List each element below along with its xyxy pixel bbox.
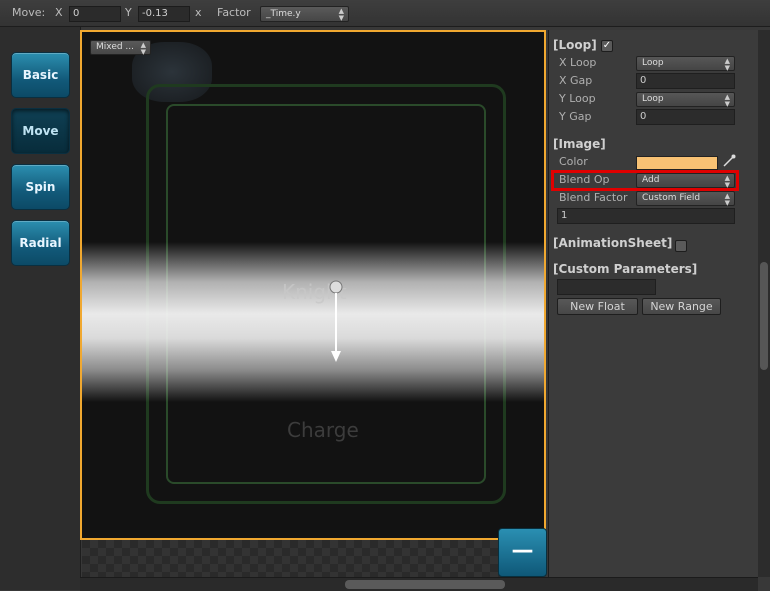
factor-dropdown-value: _Time.y: [266, 9, 301, 19]
mixed-dropdown-value: Mixed ...: [96, 42, 135, 52]
y-loop-value: Loop: [642, 94, 664, 104]
x-gap-label: X Gap: [559, 74, 593, 87]
minimize-button[interactable]: —: [498, 528, 547, 577]
preview-canvas[interactable]: Knight Charge Mixed ... ▲ ▼: [80, 30, 546, 540]
inspector-panel: [Loop] ✓ X Loop Loop ▲ ▼ X Gap 0 Y Loop L…: [548, 30, 759, 577]
move-label: Move:: [12, 6, 46, 19]
factor-dropdown[interactable]: _Time.y ▲ ▼: [260, 6, 349, 22]
y-label: Y: [125, 6, 132, 19]
color-swatch[interactable]: [636, 156, 718, 170]
eyedropper-icon[interactable]: [722, 154, 736, 168]
y-loop-dropdown[interactable]: Loop ▲ ▼: [636, 92, 735, 108]
animationsheet-checkbox[interactable]: [675, 240, 687, 252]
mixed-dropdown[interactable]: Mixed ... ▲ ▼: [90, 40, 152, 56]
blend-factor-field[interactable]: 1: [557, 208, 735, 224]
dropdown-arrows-icon: ▲ ▼: [724, 57, 730, 72]
vertical-scroll-thumb[interactable]: [760, 262, 768, 370]
horizontal-scroll-thumb[interactable]: [345, 580, 505, 589]
basic-tool-button[interactable]: Basic: [11, 52, 70, 98]
dropdown-arrows-icon: ▲ ▼: [724, 192, 730, 207]
loop-section-header: [Loop]: [553, 38, 597, 52]
move-y-field[interactable]: -0.13: [138, 6, 190, 22]
card-label-text: Charge: [287, 418, 359, 442]
move-direction-arrow-icon[interactable]: [322, 277, 352, 367]
blend-factor-value: Custom Field: [642, 193, 701, 203]
animationsheet-section-header: [AnimationSheet]: [553, 236, 673, 250]
horizontal-scrollbar[interactable]: [80, 577, 758, 591]
custom-parameters-header: [Custom Parameters]: [553, 262, 698, 276]
x-suffix-label: x: [195, 6, 202, 19]
move-x-field[interactable]: 0: [69, 6, 121, 22]
dropdown-arrows-icon: ▲ ▼: [724, 93, 730, 108]
move-tool-button[interactable]: Move: [11, 108, 70, 154]
custom-parameter-field[interactable]: [557, 279, 656, 295]
dropdown-arrows-icon: ▲ ▼: [338, 7, 344, 22]
y-gap-field[interactable]: 0: [636, 109, 735, 125]
factor-label: Factor: [217, 6, 251, 19]
x-loop-dropdown[interactable]: Loop ▲ ▼: [636, 56, 735, 72]
image-section-header: [Image]: [553, 137, 606, 151]
y-gap-label: Y Gap: [559, 110, 592, 123]
blend-factor-label: Blend Factor: [559, 191, 628, 204]
x-gap-field[interactable]: 0: [636, 73, 735, 89]
radial-tool-button[interactable]: Radial: [11, 220, 70, 266]
blend-factor-dropdown[interactable]: Custom Field ▲ ▼: [636, 191, 735, 207]
tool-panel: Basic Move Spin Radial: [0, 27, 81, 590]
glow-band: [82, 242, 544, 402]
new-range-button[interactable]: New Range: [642, 298, 721, 315]
x-loop-label: X Loop: [559, 56, 597, 69]
x-label: X: [55, 6, 63, 19]
dropdown-arrows-icon: ▲ ▼: [140, 41, 147, 56]
loop-checkbox[interactable]: ✓: [601, 40, 613, 52]
color-label: Color: [559, 155, 588, 168]
new-float-button[interactable]: New Float: [557, 298, 638, 315]
canvas-transparent-area: [82, 540, 546, 578]
spin-tool-button[interactable]: Spin: [11, 164, 70, 210]
x-loop-value: Loop: [642, 58, 664, 68]
vertical-scrollbar[interactable]: [758, 30, 770, 577]
top-toolbar: Move: X 0 Y -0.13 x Factor _Time.y ▲ ▼: [0, 0, 770, 27]
y-loop-label: Y Loop: [559, 92, 596, 105]
blend-op-highlight: [551, 170, 739, 191]
